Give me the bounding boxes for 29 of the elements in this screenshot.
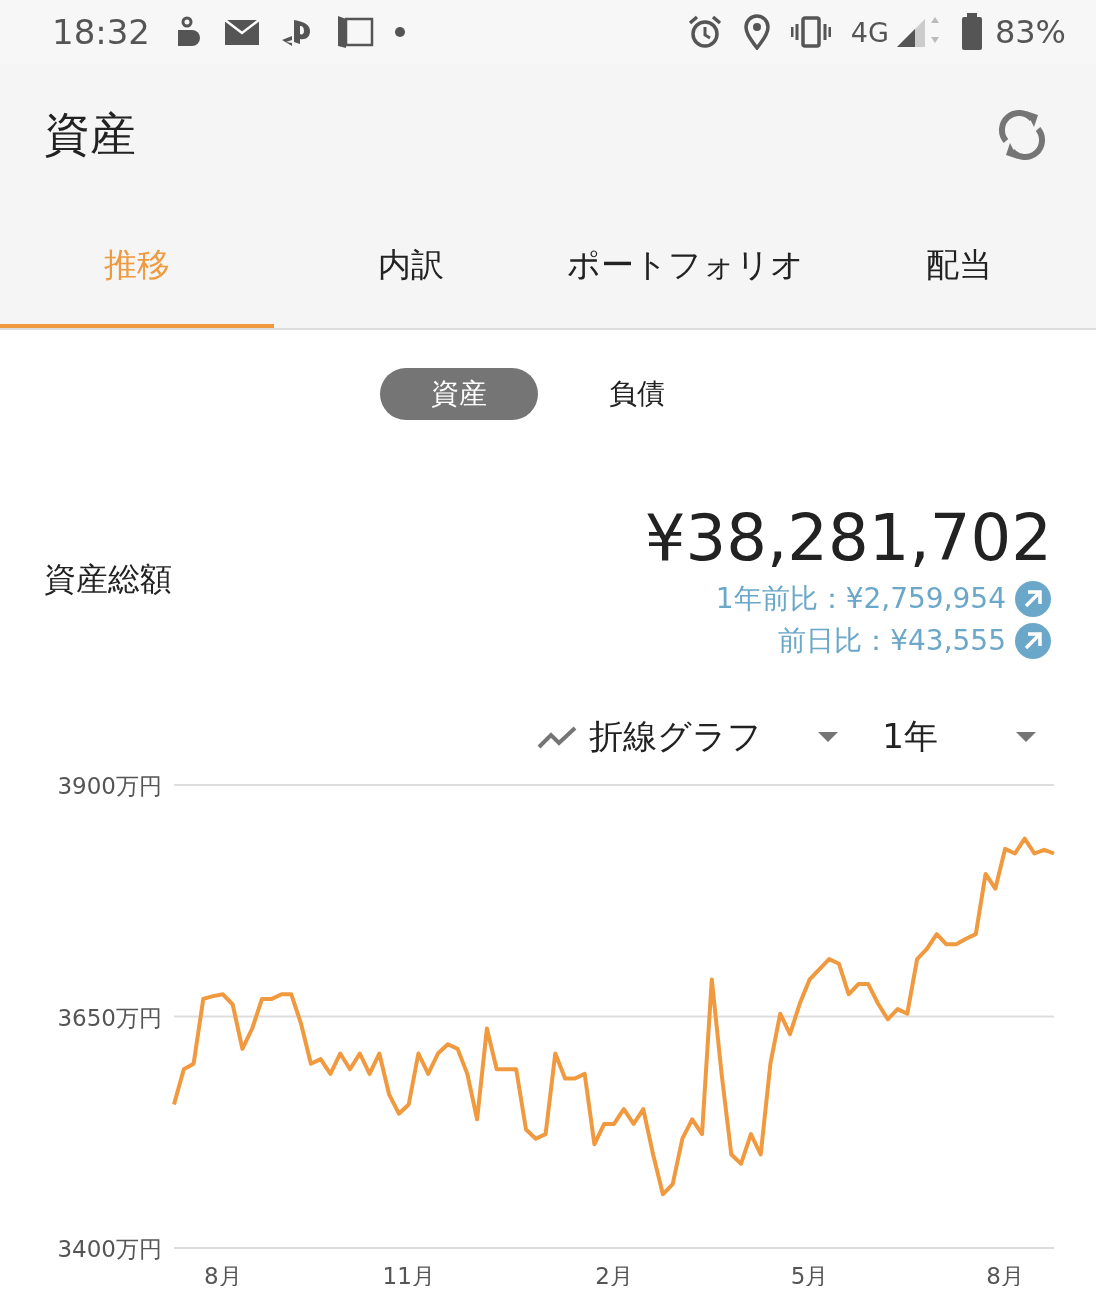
battery-icon xyxy=(960,13,983,51)
dropdown-caret-icon xyxy=(1016,731,1036,743)
tab[interactable]: ポートフォリオ xyxy=(548,206,822,328)
more-notifications-icon xyxy=(394,26,406,38)
segment-button[interactable]: 資産 xyxy=(380,368,538,420)
battery-level: 83% xyxy=(994,13,1066,51)
y-axis-label: 3900万円 xyxy=(57,774,162,799)
location-icon xyxy=(742,14,771,50)
app-icon xyxy=(336,15,374,49)
line-chart-icon xyxy=(537,725,578,749)
status-time: 18:32 xyxy=(52,12,150,52)
vibrate-icon xyxy=(790,16,831,48)
alarm-icon xyxy=(686,14,723,50)
page-title: 資産 xyxy=(44,106,136,163)
change-value: 前日比：¥43,555 xyxy=(778,623,1006,659)
mail-icon xyxy=(224,17,260,47)
y-axis-label: 3650万円 xyxy=(57,1004,162,1031)
chart-type-dropdown[interactable]: 折線グラフ xyxy=(537,714,839,760)
period-dropdown[interactable]: 1年 xyxy=(882,714,1036,760)
change-value: 1年前比：¥2,759,954 xyxy=(715,581,1006,617)
total-assets-label: 資産総額 xyxy=(44,559,172,600)
tab[interactable]: 配当 xyxy=(822,206,1096,328)
total-amount: ¥38,281,702 xyxy=(644,500,1052,577)
dropdown-caret-icon xyxy=(818,731,839,743)
network-type: 4G xyxy=(850,16,889,48)
segment-button[interactable]: 負債 xyxy=(558,368,716,420)
refresh-icon[interactable] xyxy=(998,107,1046,163)
y-axis-label: 3400万円 xyxy=(57,1236,162,1262)
tab[interactable]: 内訳 xyxy=(274,206,548,328)
